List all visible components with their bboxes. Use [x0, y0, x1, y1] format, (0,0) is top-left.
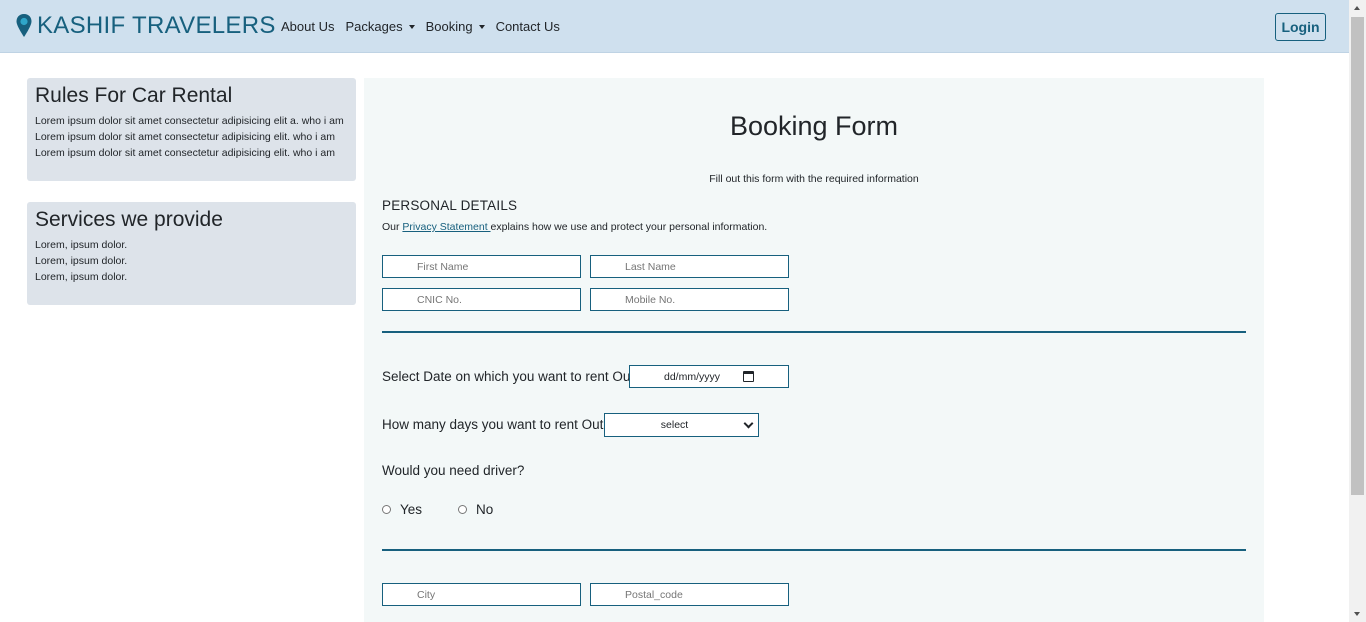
services-line: Lorem, ipsum dolor.: [35, 271, 128, 283]
booking-form-panel: Booking Form Fill out this form with the…: [364, 78, 1264, 622]
rent-date-input[interactable]: dd/mm/yyyy: [629, 365, 789, 388]
calendar-icon[interactable]: [743, 371, 754, 382]
rules-card: Rules For Car Rental Lorem ipsum dolor s…: [27, 78, 356, 181]
privacy-suffix: explains how we use and protect your per…: [490, 221, 768, 233]
driver-no-label: No: [476, 502, 494, 517]
nav-packages-label: Packages: [345, 19, 403, 34]
first-name-input[interactable]: First Name: [382, 255, 581, 278]
scroll-up-arrow-icon[interactable]: [1354, 6, 1360, 10]
section-divider: [382, 331, 1246, 333]
services-line: Lorem, ipsum dolor.: [35, 239, 128, 251]
rent-date-value: dd/mm/yyyy: [664, 370, 721, 383]
rent-days-select[interactable]: select: [604, 413, 759, 437]
map-pin-icon: [16, 14, 32, 37]
mobile-input[interactable]: Mobile No.: [590, 288, 789, 311]
services-card: Services we provide Lorem, ipsum dolor. …: [27, 202, 356, 305]
driver-yes-label: Yes: [400, 502, 423, 517]
nav-about-us-label: About Us: [281, 19, 335, 34]
caret-down-icon: [408, 24, 415, 29]
rent-date-label: Select Date on which you want to rent Ou…: [382, 369, 642, 384]
last-name-input[interactable]: Last Name: [590, 255, 789, 278]
vertical-scrollbar[interactable]: [1349, 0, 1366, 622]
scroll-down-arrow-icon[interactable]: [1354, 612, 1360, 616]
nav-packages-dropdown[interactable]: Packages: [345, 19, 415, 34]
driver-no-radio[interactable]: [458, 505, 467, 514]
rules-line: Lorem ipsum dolor sit amet consectetur a…: [35, 131, 335, 143]
driver-yes-option[interactable]: Yes: [382, 502, 422, 517]
nav-contact-us-label: Contact Us: [495, 19, 560, 34]
section-divider: [382, 549, 1246, 551]
rules-card-title: Rules For Car Rental: [35, 84, 233, 107]
nav-about-us[interactable]: About Us: [281, 19, 334, 34]
nav-booking-dropdown[interactable]: Booking: [426, 19, 485, 34]
postal-code-input[interactable]: Postal_code: [590, 583, 789, 606]
privacy-note: Our Privacy Statement explains how we us…: [382, 221, 767, 233]
privacy-prefix: Our: [382, 221, 403, 233]
rent-days-label: How many days you want to rent Out?: [382, 417, 611, 432]
brand-name: KASHIF TRAVELERS: [37, 12, 276, 39]
personal-details-heading: PERSONAL DETAILS: [382, 198, 518, 213]
driver-question-label: Would you need driver?: [382, 463, 525, 478]
driver-yes-radio[interactable]: [382, 505, 391, 514]
privacy-statement-link[interactable]: Privacy Statement: [402, 221, 490, 233]
rules-line: Lorem ipsum dolor sit amet consectetur a…: [35, 147, 335, 159]
chevron-down-icon: [743, 418, 754, 429]
form-subtitle: Fill out this form with the required inf…: [709, 173, 919, 185]
nav-contact-us[interactable]: Contact Us: [496, 19, 560, 34]
brand-logo-link[interactable]: KASHIF TRAVELERS: [15, 12, 276, 40]
form-title: Booking Form: [729, 111, 899, 141]
login-button[interactable]: Login: [1275, 13, 1326, 41]
nav-menu: About Us Packages Booking Contact Us: [281, 19, 571, 34]
nav-booking-label: Booking: [425, 19, 473, 34]
services-line: Lorem, ipsum dolor.: [35, 255, 128, 267]
scrollbar-thumb[interactable]: [1351, 17, 1364, 495]
rules-line: Lorem ipsum dolor sit amet consectetur a…: [35, 115, 344, 127]
driver-no-option[interactable]: No: [458, 502, 493, 517]
caret-down-icon: [478, 24, 485, 29]
rent-days-selected: select: [660, 419, 689, 431]
cnic-input[interactable]: CNIC No.: [382, 288, 581, 311]
top-navbar: KASHIF TRAVELERS About Us Packages Booki…: [0, 0, 1349, 53]
city-input[interactable]: City: [382, 583, 581, 606]
services-card-title: Services we provide: [35, 208, 223, 231]
